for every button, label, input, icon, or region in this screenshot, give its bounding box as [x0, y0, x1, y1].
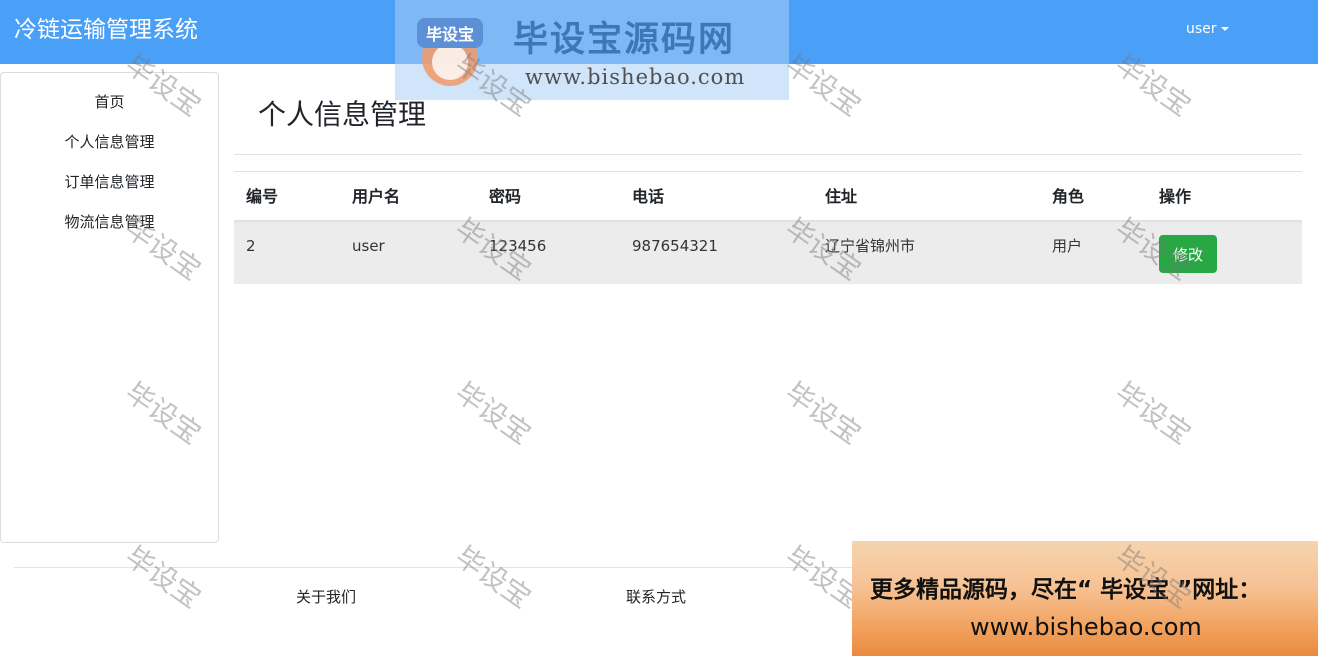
title-divider — [234, 154, 1302, 155]
cell-phone: 987654321 — [632, 237, 718, 255]
header-address: 住址 — [825, 187, 858, 206]
watermark-tile: 毕设宝 — [449, 375, 538, 451]
watermark-tile: 毕设宝 — [779, 375, 868, 451]
sidebar-item-home[interactable]: 首页 — [1, 91, 218, 113]
sidebar: 首页 个人信息管理 订单信息管理 物流信息管理 — [0, 72, 219, 543]
header-username: 用户名 — [352, 187, 401, 206]
header-password: 密码 — [489, 187, 522, 206]
cell-password: 123456 — [489, 237, 547, 255]
ad-banner[interactable]: 更多精品源码，尽在“ 毕设宝 ”网址： www.bishebao.com — [852, 541, 1318, 656]
header-role: 角色 — [1052, 187, 1085, 206]
user-info-table: 编号 用户名 密码 电话 住址 角色 操作 2 user 123456 9876… — [234, 171, 1302, 284]
footer-link-about[interactable]: 关于我们 — [296, 586, 356, 608]
header-id: 编号 — [246, 187, 279, 206]
edit-button[interactable]: 修改 — [1159, 235, 1217, 273]
page-title: 个人信息管理 — [258, 98, 427, 131]
sidebar-item-logistics[interactable]: 物流信息管理 — [1, 211, 218, 233]
caret-down-icon — [1220, 27, 1229, 31]
cell-username: user — [352, 237, 385, 255]
logo-text: 毕设宝 — [426, 25, 474, 44]
header-phone: 电话 — [632, 187, 665, 206]
cell-role: 用户 — [1052, 237, 1083, 255]
watermark-title: 毕设宝源码网 — [513, 20, 736, 60]
watermark-tile: 毕设宝 — [449, 539, 538, 615]
watermark-tile: 毕设宝 — [1109, 375, 1198, 451]
header-action: 操作 — [1159, 187, 1192, 206]
footer-link-contact[interactable]: 联系方式 — [626, 586, 686, 608]
bishebao-logo-icon: 毕设宝 — [417, 18, 483, 86]
cell-address: 辽宁省锦州市 — [825, 237, 916, 255]
watermark-banner: 毕设宝 毕设宝源码网 www.bishebao.com — [395, 0, 789, 100]
ad-text: 更多精品源码，尽在“ 毕设宝 ”网址： — [870, 577, 1262, 603]
sidebar-item-orders[interactable]: 订单信息管理 — [1, 171, 218, 193]
user-dropdown[interactable]: user — [1186, 19, 1229, 39]
user-dropdown-label: user — [1186, 21, 1217, 37]
table-header: 编号 用户名 密码 电话 住址 角色 操作 — [234, 172, 1302, 222]
watermark-tile: 毕设宝 — [119, 539, 208, 615]
table-row: 2 user 123456 987654321 辽宁省锦州市 用户 修改 — [234, 222, 1302, 284]
cell-id: 2 — [246, 237, 256, 255]
watermark-url: www.bishebao.com — [525, 65, 746, 89]
ad-url: www.bishebao.com — [970, 613, 1202, 641]
sidebar-item-profile[interactable]: 个人信息管理 — [1, 131, 218, 153]
app-brand[interactable]: 冷链运输管理系统 — [14, 14, 198, 46]
